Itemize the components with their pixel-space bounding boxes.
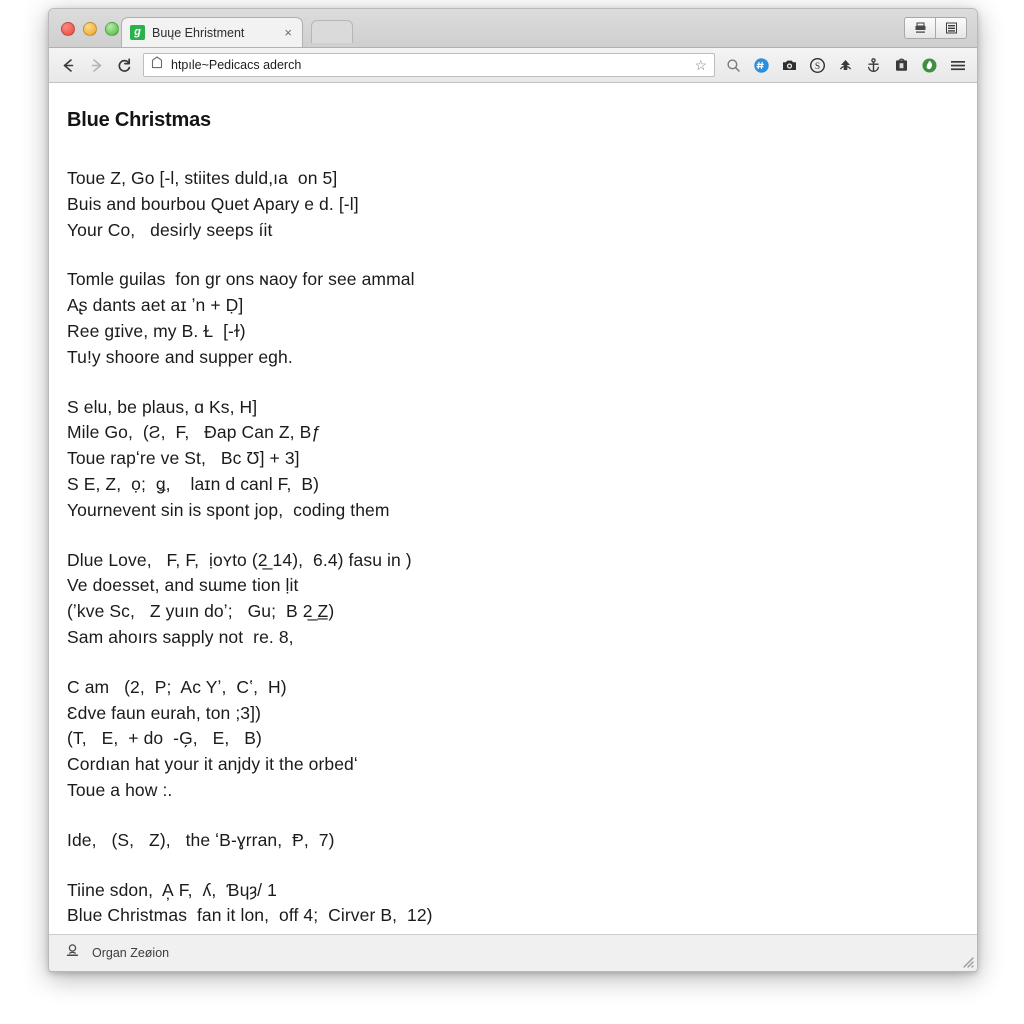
extension-icons: S xyxy=(724,56,967,75)
lyrics-stanza: S elu, be plaus, ɑ Ks, H] Mile Go, (Ƨ, F… xyxy=(67,395,947,524)
address-bar[interactable]: htpıle~Pedicacs aderch ☆ xyxy=(143,53,715,77)
lyrics-line: Ide, (S, Z), the ʻB-ɣrran, Ᵽ, 7) xyxy=(67,829,335,850)
window-traffic-lights xyxy=(61,22,119,36)
page-title: Blue Christmas xyxy=(67,109,211,131)
lyrics-line: Dlue Love, F, F, ịoʏto (2̲ 14), 6.4) fas… xyxy=(67,549,412,570)
url-text[interactable]: htpıle~Pedicacs aderch xyxy=(171,58,686,72)
lyrics-line: Yournevent sin is spont jop, coding them xyxy=(67,499,390,520)
tab-strip: g Buųe Ehristment × xyxy=(49,9,977,48)
browser-toolbar: htpıle~Pedicacs aderch ☆ S xyxy=(49,48,977,83)
lyrics-line: Ve doesset, and sɯme tion ḷit xyxy=(67,575,299,596)
lyrics-line: Aʂ dants aet aɪ ʼn + Ḍ] xyxy=(67,295,244,316)
upload-arrow-icon[interactable] xyxy=(836,56,855,75)
lyrics-line: Your Co, desiɾly seeps íit xyxy=(67,219,273,240)
print-button[interactable] xyxy=(904,17,936,39)
browser-tab[interactable]: g Buųe Ehristment × xyxy=(121,17,303,47)
forward-button[interactable] xyxy=(87,56,106,75)
dollar-circle-icon[interactable]: S xyxy=(808,56,827,75)
bookmark-star-icon[interactable]: ☆ xyxy=(694,58,707,72)
reload-icon xyxy=(118,57,131,72)
lyrics-line: Cordıan hat your it anjdy it the orbedʻ xyxy=(67,754,358,775)
browser-menu-button[interactable] xyxy=(948,56,967,75)
lyrics-stanza: Tomle guilas fon gr ons ɴaoy for see amm… xyxy=(67,267,947,370)
lyrics-line: Blue Christmas fan it lon, off 4; Cirver… xyxy=(67,905,433,926)
layout-icon xyxy=(945,22,957,34)
green-leaf-icon[interactable] xyxy=(920,56,939,75)
lyrics-stanza: Dlue Love, F, F, ịoʏto (2̲ 14), 6.4) fas… xyxy=(67,548,947,651)
lyrics-stanza: Ide, (S, Z), the ʻB-ɣrran, Ᵽ, 7) xyxy=(67,828,947,854)
lyrics-line: Tomle guilas fon gr ons ɴaoy for see amm… xyxy=(67,269,415,290)
page-viewport[interactable]: Blue Christmas Toue Z, Go [-l, stiites d… xyxy=(49,83,977,934)
lyrics-line: Mile Go, (Ƨ, F, Ðap Can Z, Bƒ xyxy=(67,422,322,443)
forward-arrow-icon xyxy=(91,58,102,72)
reload-button[interactable] xyxy=(115,56,134,75)
print-icon xyxy=(915,22,925,33)
anchor-icon[interactable] xyxy=(864,56,883,75)
dark-box-icon[interactable] xyxy=(892,56,911,75)
layout-button[interactable] xyxy=(936,17,967,39)
close-tab-icon[interactable]: × xyxy=(282,26,294,39)
lyrics-line: Toue Z, Go [-l, stiites duld,ıa on 5] xyxy=(67,168,338,188)
document-body: Blue Christmas Toue Z, Go [-l, stiites d… xyxy=(49,83,977,929)
tab-title: Buųe Ehristment xyxy=(152,25,245,40)
tab-favicon: g xyxy=(130,25,145,40)
resize-grip[interactable] xyxy=(959,953,974,968)
close-window-button[interactable] xyxy=(61,22,75,36)
lyrics-stanza: C am (2, P; Ac Yʼ, Cʽ, H) Ɛdve faun eura… xyxy=(67,675,947,804)
lyrics-line: Ree ɡɪive, my B. Ɫ [-ɫ) xyxy=(67,320,246,341)
window-control-buttons xyxy=(904,17,967,39)
back-arrow-icon xyxy=(63,58,74,72)
lyrics-line: C am (2, P; Ac Yʼ, Cʽ, H) xyxy=(67,676,287,697)
lyrics-line: Toue a how :. xyxy=(67,779,173,800)
lyrics-line: Tu!y shoore and supper egh. xyxy=(67,346,293,367)
lyrics-stanza: Tiine sdon, A̦ F, ʎ, Ɓɥȝ/ 1 Blue Christm… xyxy=(67,878,947,930)
browser-window: g Buųe Ehristment × htpıle~Pedicacs ader… xyxy=(48,8,978,972)
screenshot-root: g Buųe Ehristment × htpıle~Pedicacs ader… xyxy=(0,0,1024,1024)
page-icon xyxy=(151,56,163,69)
svg-text:S: S xyxy=(815,62,820,72)
lyrics-line: (T, E, + do -G̗, E, B) xyxy=(67,728,262,749)
zoom-window-button[interactable] xyxy=(105,22,119,36)
lyrics-line: Toue rapʻre ve St, Bc Ʊ] + 3] xyxy=(67,448,300,469)
page-info-icon[interactable] xyxy=(151,56,163,74)
lyrics-line: S E, Z, ọ; ǥ, laɪn d canl F, B) xyxy=(67,473,320,494)
lyrics-line: Sam ahoırs sapply not re. 8, xyxy=(67,626,294,647)
lyrics-line: (ʼkve Sc, Z yuın doʼ; Gu; B 2̲ Z̲) xyxy=(67,601,335,622)
camera-icon[interactable] xyxy=(780,56,799,75)
lyrics-line: Tiine sdon, A̦ F, ʎ, Ɓɥȝ/ 1 xyxy=(67,879,277,900)
person-icon[interactable] xyxy=(65,943,80,963)
lyrics-stanza: Toue Z, Go [-l, stiites duld,ıa on 5] Bu… xyxy=(67,166,947,243)
lyrics-line: Buis and bourbou Quet Apary e d. [-l] xyxy=(67,193,359,214)
new-tab-button[interactable] xyxy=(311,20,353,43)
minimize-window-button[interactable] xyxy=(83,22,97,36)
status-text: Organ Zeøion xyxy=(92,946,170,960)
status-bar: Organ Zeøion xyxy=(49,934,977,971)
search-loupe-icon[interactable] xyxy=(724,56,743,75)
blue-badge-icon[interactable] xyxy=(752,56,771,75)
lyrics-line: Ɛdve faun eurah, ton ;3]) xyxy=(67,702,262,723)
lyrics-line: S elu, be plaus, ɑ Ks, H] xyxy=(67,396,258,417)
back-button[interactable] xyxy=(59,56,78,75)
